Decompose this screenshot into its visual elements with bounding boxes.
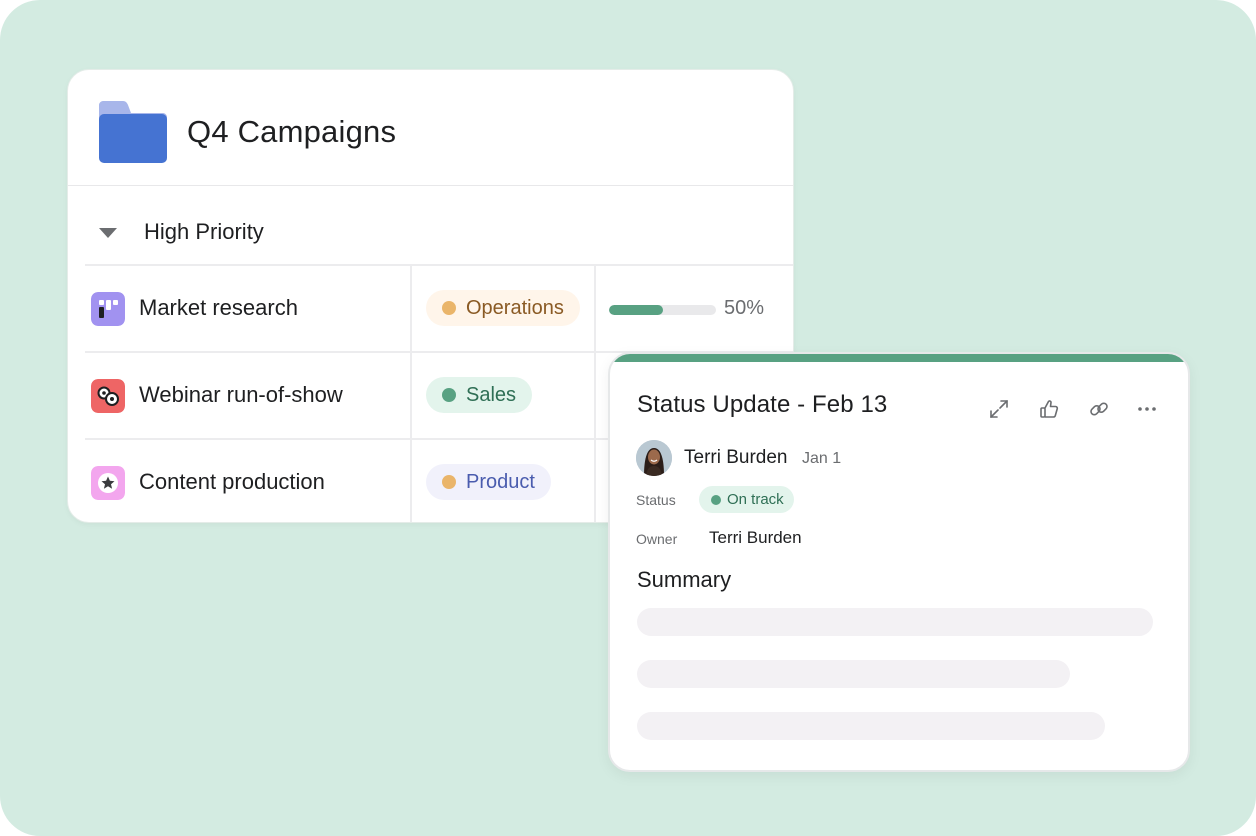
tag-dot xyxy=(442,388,456,402)
progress-fill xyxy=(609,305,663,315)
task-name: Content production xyxy=(139,469,325,494)
tag-dot xyxy=(442,475,456,489)
expand-button[interactable] xyxy=(986,396,1012,422)
project-header: Q4 Campaigns xyxy=(68,70,793,186)
more-icon xyxy=(1138,407,1156,411)
caret-down-icon[interactable] xyxy=(99,228,117,238)
task-name: Market research xyxy=(139,295,298,320)
expand-icon xyxy=(990,400,1008,418)
tag-dot xyxy=(442,301,456,315)
author-date: Jan 1 xyxy=(802,450,842,467)
owner-value[interactable]: Terri Burden xyxy=(709,528,802,548)
tag-label: Product xyxy=(466,471,535,493)
task-name: Webinar run-of-show xyxy=(139,382,343,407)
task-tag-cell[interactable]: Product xyxy=(412,440,596,522)
task-name-cell[interactable]: Webinar run-of-show xyxy=(85,353,412,438)
owner-label: Owner xyxy=(636,531,678,547)
progress-label: 50% xyxy=(724,297,765,319)
summary-title: Summary xyxy=(637,567,732,592)
status-badge[interactable]: On track xyxy=(699,486,794,513)
author-name[interactable]: Terri Burden xyxy=(684,447,788,469)
link-icon xyxy=(1090,402,1108,416)
summary-placeholder-line xyxy=(637,660,1070,688)
card-actions xyxy=(986,396,1158,420)
like-button[interactable] xyxy=(1036,396,1062,422)
summary-placeholder-line xyxy=(637,712,1105,740)
tag-sales[interactable]: Sales xyxy=(426,377,533,413)
status-update-title: Status Update - Feb 13 xyxy=(637,391,888,418)
folder-icon xyxy=(99,101,167,163)
status-update-card: Status Update - Feb 13 Terri Burden Jan … xyxy=(608,352,1190,772)
background-canvas: Q4 Campaigns High Priority Market resear… xyxy=(0,0,1256,836)
task-row[interactable]: Market research Operations 50% xyxy=(85,264,793,351)
progress-bar xyxy=(609,305,716,315)
copy-link-button[interactable] xyxy=(1086,396,1112,422)
gears-icon xyxy=(91,379,125,413)
tag-label: Sales xyxy=(466,384,517,406)
avatar[interactable] xyxy=(636,440,672,476)
task-tag-cell[interactable]: Sales xyxy=(412,353,596,438)
star-badge-icon xyxy=(91,466,125,500)
tag-operations[interactable]: Operations xyxy=(426,290,580,326)
board-icon xyxy=(91,292,125,326)
tag-product[interactable]: Product xyxy=(426,464,551,500)
thumbs-up-icon xyxy=(1040,400,1059,418)
person-avatar-icon xyxy=(636,440,672,476)
status-accent-bar xyxy=(610,354,1188,362)
task-name-cell[interactable]: Content production xyxy=(85,440,412,522)
status-dot xyxy=(711,495,721,505)
section-header-high-priority[interactable]: High Priority xyxy=(68,210,793,254)
project-title: Q4 Campaigns xyxy=(187,114,397,149)
task-progress-cell[interactable]: 50% xyxy=(596,266,793,351)
tag-label: Operations xyxy=(466,297,564,319)
status-value: On track xyxy=(727,491,784,508)
task-name-cell[interactable]: Market research xyxy=(85,266,412,351)
owner-field: Owner Terri Burden xyxy=(636,525,1036,553)
summary-placeholder-line xyxy=(637,608,1153,636)
author-row: Terri Burden Jan 1 xyxy=(636,440,1036,476)
section-title: High Priority xyxy=(144,219,264,244)
task-tag-cell[interactable]: Operations xyxy=(412,266,596,351)
more-options-button[interactable] xyxy=(1134,396,1160,422)
status-field: Status On track xyxy=(636,486,1036,514)
status-label: Status xyxy=(636,492,676,508)
